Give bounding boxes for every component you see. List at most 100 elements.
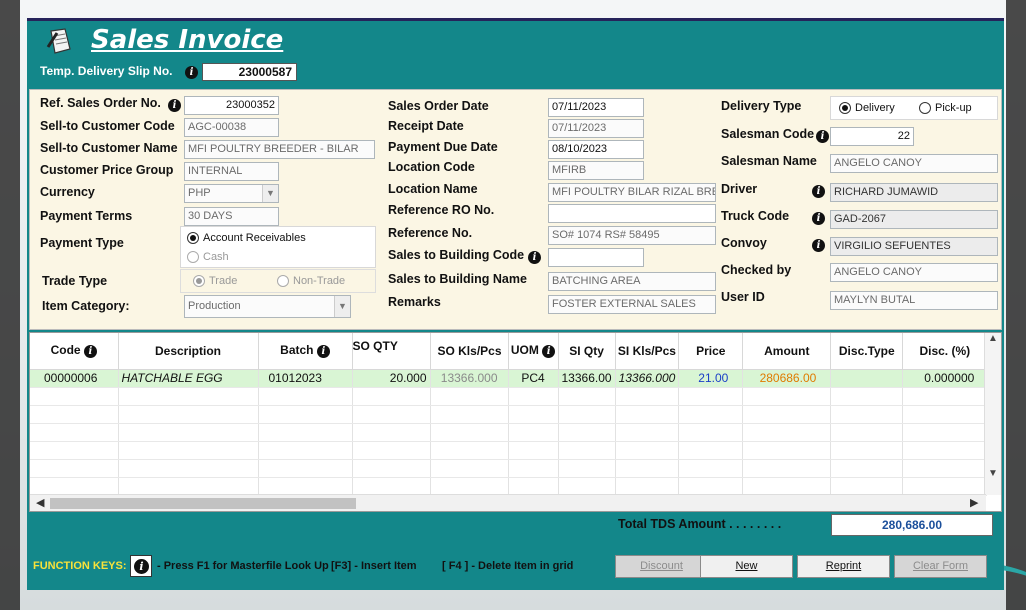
table-row-empty[interactable] xyxy=(30,441,988,460)
cell-amount[interactable]: 280686.00 xyxy=(742,369,832,388)
radio-label: Account Receivables xyxy=(203,232,306,244)
checked-by-field[interactable]: ANGELO CANOY xyxy=(830,263,998,282)
table-row-empty[interactable] xyxy=(30,423,988,442)
driver-field[interactable]: RICHARD JUMAWID xyxy=(830,183,998,202)
item-category-label: Item Category: xyxy=(42,299,130,313)
sell-to-code-field[interactable]: AGC-00038 xyxy=(184,118,279,137)
items-grid[interactable]: Code i Description Batch i SO QTY SO Kls… xyxy=(29,332,1002,512)
radio-trade[interactable]: Trade xyxy=(193,275,237,287)
table-row-empty[interactable] xyxy=(30,459,988,478)
table-row-empty[interactable] xyxy=(30,387,988,406)
table-row-empty[interactable] xyxy=(30,405,988,424)
info-icon[interactable]: i xyxy=(168,99,181,112)
vertical-scrollbar[interactable]: ▲ ▼ xyxy=(984,333,1001,495)
bldg-code-field[interactable] xyxy=(548,248,644,267)
column-header-si-kls[interactable]: SI Kls/Pcs xyxy=(615,333,680,370)
items-table: Code i Description Batch i SO QTY SO Kls… xyxy=(30,333,988,496)
table-row-empty[interactable] xyxy=(30,477,988,496)
cell-price[interactable]: 21.00 xyxy=(678,369,744,388)
scrollbar-thumb[interactable] xyxy=(50,498,356,509)
location-name-field[interactable]: MFI POULTRY BILAR RIZAL BREEI xyxy=(548,183,716,202)
info-icon[interactable]: i xyxy=(812,212,825,225)
cell-description[interactable]: HATCHABLE EGG xyxy=(118,369,259,388)
scroll-left-icon[interactable]: ◀ xyxy=(36,496,44,509)
salesman-code-field[interactable]: 22 xyxy=(830,127,914,146)
scroll-down-icon[interactable]: ▼ xyxy=(985,468,1001,479)
column-header-price[interactable]: Price xyxy=(678,333,744,370)
scroll-up-icon[interactable]: ▲ xyxy=(985,333,1001,344)
horizontal-scrollbar[interactable]: ◀ ▶ xyxy=(30,494,986,511)
info-icon[interactable]: i xyxy=(812,239,825,252)
column-header-disc-pct[interactable]: Disc. (%) xyxy=(902,333,988,370)
scroll-right-icon[interactable]: ▶ xyxy=(970,496,978,509)
reprint-button[interactable]: Reprint xyxy=(797,555,890,578)
cell-so-kls[interactable]: 13366.000 xyxy=(430,369,509,388)
info-icon[interactable]: i xyxy=(542,345,556,359)
chevron-down-icon[interactable]: ▼ xyxy=(334,296,350,317)
column-header-disc-type[interactable]: Disc.Type xyxy=(830,333,904,370)
cell-code[interactable]: 00000006 xyxy=(30,369,119,388)
info-icon[interactable]: i xyxy=(83,345,97,359)
radio-cash[interactable]: Cash xyxy=(187,251,229,263)
convoy-field[interactable]: VIRGILIO SEFUENTES xyxy=(830,237,998,256)
salesman-name-field[interactable]: ANGELO CANOY xyxy=(830,154,998,173)
f3-hint: [F3] - Insert Item xyxy=(331,560,417,572)
item-category-dropdown[interactable]: Production ▼ xyxy=(184,295,351,318)
info-icon[interactable]: i xyxy=(816,130,829,143)
payment-terms-label: Payment Terms xyxy=(40,209,133,223)
column-header-si-qty[interactable]: SI Qty xyxy=(558,333,616,370)
delivery-type-label: Delivery Type xyxy=(721,99,802,113)
radio-non-trade[interactable]: Non-Trade xyxy=(277,275,345,287)
so-date-field[interactable]: 07/11/2023 xyxy=(548,98,644,117)
radio-label: Trade xyxy=(209,275,238,287)
column-header-description[interactable]: Description xyxy=(118,333,259,370)
clear-form-button[interactable]: Clear Form xyxy=(894,555,987,578)
radio-delivery[interactable]: Delivery xyxy=(839,102,895,114)
table-row[interactable]: 00000006 HATCHABLE EGG 01012023 20.000 1… xyxy=(30,369,988,388)
location-code-field[interactable]: MFIRB xyxy=(548,161,644,180)
sell-to-name-label: Sell-to Customer Name xyxy=(40,141,178,155)
cell-si-qty[interactable]: 13366.00 xyxy=(558,369,616,388)
receipt-date-field[interactable]: 07/11/2023 xyxy=(548,119,644,138)
delivery-slip-field[interactable]: 23000587 xyxy=(202,63,297,81)
payment-due-field[interactable]: 08/10/2023 xyxy=(548,140,644,159)
cell-so-qty[interactable]: 20.000 xyxy=(352,369,431,388)
chevron-down-icon[interactable]: ▼ xyxy=(262,185,278,202)
info-icon[interactable]: i xyxy=(316,345,330,359)
ref-sales-order-field[interactable]: 23000352 xyxy=(184,96,279,115)
column-header-batch[interactable]: Batch i xyxy=(258,333,353,370)
location-code-label: Location Code xyxy=(388,160,475,174)
cell-disc-pct[interactable]: 0.000000 xyxy=(902,369,988,388)
radio-pickup[interactable]: Pick-up xyxy=(919,102,972,114)
reference-no-field[interactable]: SO# 1074 RS# 58495 xyxy=(548,226,716,245)
radio-account-receivables[interactable]: Account Receivables xyxy=(187,232,306,244)
user-id-field[interactable]: MAYLYN BUTAL xyxy=(830,291,998,310)
cell-si-kls[interactable]: 13366.000 xyxy=(615,369,680,388)
bldg-name-field[interactable]: BATCHING AREA xyxy=(548,272,716,291)
remarks-field[interactable]: FOSTER EXTERNAL SALES xyxy=(548,295,716,314)
info-icon[interactable]: i xyxy=(185,66,198,79)
payment-terms-field[interactable]: 30 DAYS xyxy=(184,207,279,226)
column-header-code[interactable]: Code i xyxy=(30,333,119,370)
info-icon[interactable]: i xyxy=(812,185,825,198)
remarks-label: Remarks xyxy=(388,295,441,309)
new-button[interactable]: New xyxy=(700,555,793,578)
info-icon[interactable]: i xyxy=(528,251,541,264)
column-header-amount[interactable]: Amount xyxy=(742,333,832,370)
reference-ro-field[interactable] xyxy=(548,204,716,223)
f4-hint: [ F4 ] - Delete Item in grid xyxy=(442,560,574,572)
function-keys-label: FUNCTION KEYS: xyxy=(33,560,127,572)
sell-to-name-field[interactable]: MFI POULTRY BREEDER - BILAR xyxy=(184,140,375,159)
currency-dropdown[interactable]: PHP ▼ xyxy=(184,184,279,203)
currency-label: Currency xyxy=(40,185,95,199)
cell-disc-type[interactable] xyxy=(830,369,904,388)
column-header-so-qty[interactable]: SO QTY xyxy=(352,333,431,370)
column-header-so-kls[interactable]: SO Kls/Pcs xyxy=(430,333,509,370)
payment-type-label: Payment Type xyxy=(40,236,124,250)
column-header-uom[interactable]: UOM i xyxy=(508,333,559,370)
cell-batch[interactable]: 01012023 xyxy=(258,369,353,388)
truck-code-field[interactable]: GAD-2067 xyxy=(830,210,998,229)
discount-button[interactable]: Discount xyxy=(615,555,708,578)
cell-uom[interactable]: PC4 xyxy=(508,369,559,388)
price-group-field[interactable]: INTERNAL xyxy=(184,162,279,181)
